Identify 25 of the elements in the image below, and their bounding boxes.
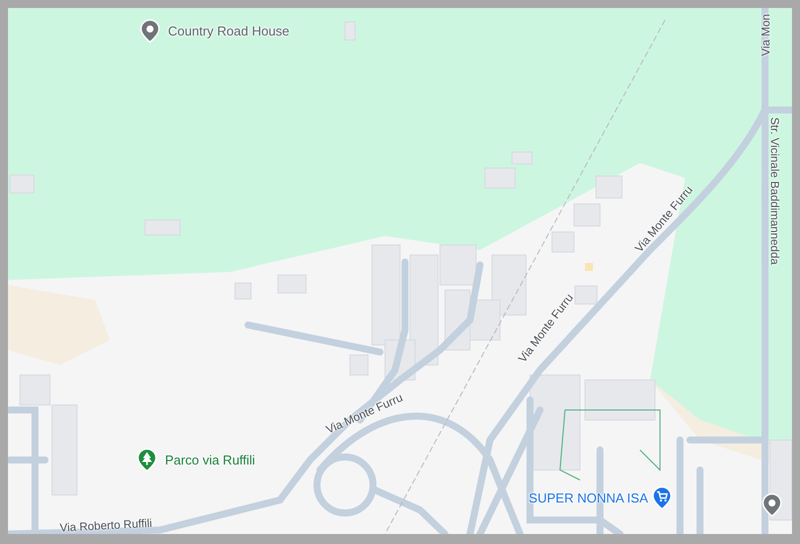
building	[278, 274, 306, 294]
road-label: Str. Vicinale Baddimannedda	[767, 117, 779, 265]
building	[552, 232, 574, 252]
building	[574, 286, 598, 304]
road-label: Via Mon	[761, 14, 773, 56]
tree-pin-icon[interactable]	[137, 448, 157, 472]
road-label: Via Roberto Ruffili	[60, 518, 152, 534]
place-label[interactable]: Country Road House	[168, 24, 290, 38]
building	[350, 354, 368, 376]
map-pin-icon[interactable]	[762, 493, 782, 517]
building	[144, 220, 180, 236]
building	[584, 380, 656, 420]
place-label[interactable]: Parco via Ruffili	[165, 454, 256, 466]
building-marker	[585, 263, 593, 271]
road-label: Via Monte Furru	[325, 393, 405, 437]
building	[10, 174, 34, 194]
cart-pin-icon[interactable]	[652, 486, 672, 510]
map-pin-icon[interactable]	[140, 19, 160, 43]
building	[484, 168, 516, 188]
building	[596, 176, 622, 198]
building	[512, 152, 532, 164]
place-label[interactable]: SUPER NONNA ISA	[528, 492, 648, 504]
building	[234, 282, 252, 300]
building	[574, 204, 600, 226]
building	[344, 22, 356, 40]
